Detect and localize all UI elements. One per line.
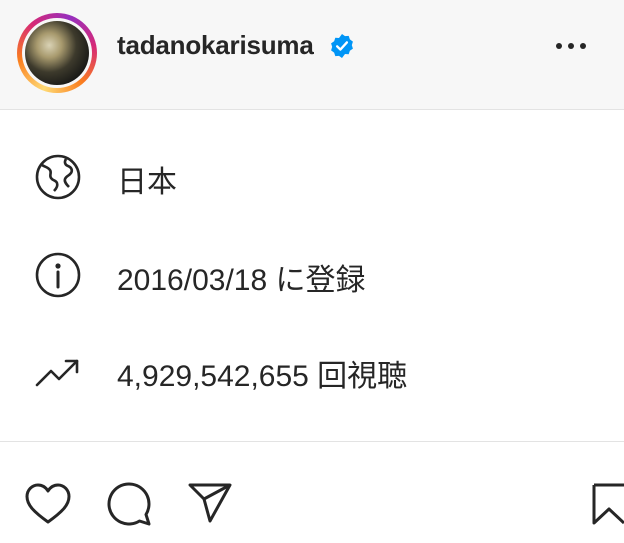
profile-avatar[interactable] <box>25 21 89 85</box>
verified-badge-icon <box>331 33 353 59</box>
globe-icon <box>35 154 81 200</box>
story-ring[interactable] <box>17 13 97 93</box>
about-row-views: 4,929,542,655 回視聴 <box>0 339 624 399</box>
bookmark-icon[interactable] <box>590 480 624 528</box>
share-icon[interactable] <box>186 480 234 528</box>
username-link[interactable]: tadanokarisuma <box>117 30 314 61</box>
comment-icon[interactable] <box>105 480 153 528</box>
about-row-joined: 2016/03/18 に登録 <box>0 243 624 303</box>
view-count-text: 4,929,542,655 回視聴 <box>117 360 408 393</box>
trending-icon <box>35 359 79 387</box>
more-options-icon[interactable] <box>554 34 588 58</box>
info-icon <box>35 252 81 298</box>
location-text: 日本 <box>117 166 177 199</box>
about-row-location: 日本 <box>0 145 624 205</box>
divider <box>0 441 624 442</box>
heart-icon[interactable] <box>24 480 72 528</box>
joined-date-text: 2016/03/18 に登録 <box>117 264 366 297</box>
post-header: tadanokarisuma <box>0 0 624 110</box>
